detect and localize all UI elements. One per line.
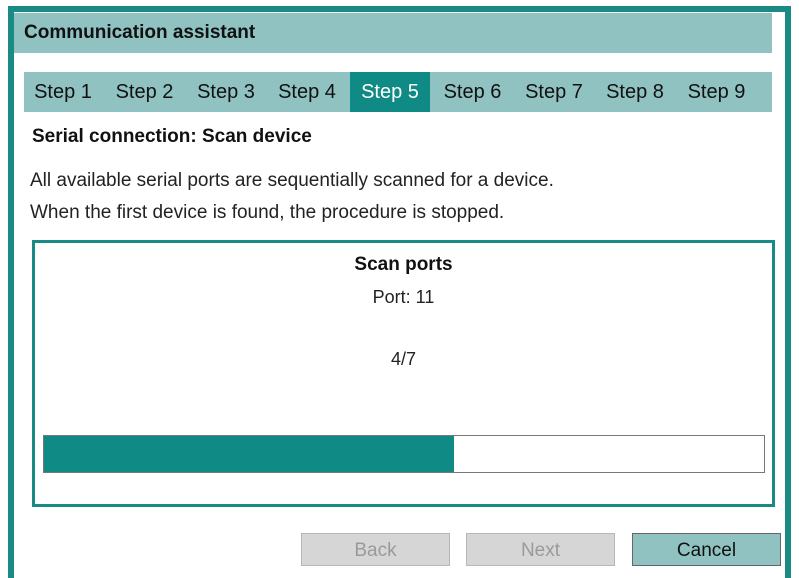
description-line-1: All available serial ports are sequentia…: [30, 170, 554, 191]
tab-step-1[interactable]: Step 1: [27, 72, 99, 112]
back-button[interactable]: Back: [301, 533, 450, 566]
tab-step-3[interactable]: Step 3: [190, 72, 262, 112]
tab-step-8[interactable]: Step 8: [599, 72, 671, 112]
tab-step-2[interactable]: Step 2: [108, 72, 181, 112]
tab-step-4[interactable]: Step 4: [271, 72, 343, 112]
step-tabs: Step 1 Step 2 Step 3 Step 4 Step 5 Step …: [24, 72, 772, 112]
tab-step-7[interactable]: Step 7: [518, 72, 590, 112]
scan-progress-bar: [43, 435, 765, 473]
scan-port-label: Port: 11: [372, 287, 435, 307]
next-button[interactable]: Next: [466, 533, 615, 566]
tab-step-5[interactable]: Step 5: [350, 72, 430, 112]
section-title: Serial connection: Scan device: [32, 126, 312, 147]
scan-count: 4/7: [390, 349, 417, 369]
cancel-button[interactable]: Cancel: [632, 533, 781, 566]
description-line-2: When the first device is found, the proc…: [30, 202, 505, 223]
window-title: Communication assistant: [14, 13, 772, 53]
scan-title: Scan ports: [354, 254, 453, 275]
scan-progress-fill: [44, 436, 455, 472]
tab-step-6[interactable]: Step 6: [436, 72, 509, 112]
scan-panel: Scan ports Port: 11 4/7: [32, 240, 775, 507]
tab-step-9[interactable]: Step 9: [680, 72, 753, 112]
